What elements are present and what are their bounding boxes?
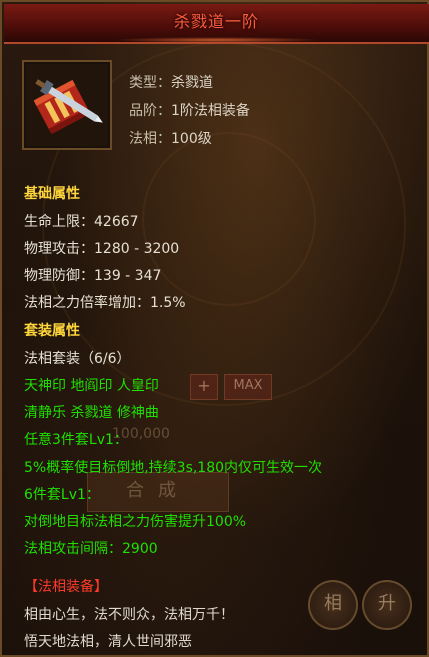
stat-faxiang-mult: 法相之力倍率增加：1.5% bbox=[24, 295, 186, 311]
background-circle-button: 升 bbox=[362, 580, 412, 630]
set-attrs-heading: 套装属性 bbox=[24, 323, 80, 339]
set-bonus3-effect: 5%概率使目标倒地,持续3s,180内仅可生效一次 bbox=[24, 460, 323, 476]
item-icon-frame bbox=[22, 60, 112, 150]
item-type-label: 类型： bbox=[129, 75, 171, 91]
scroll-sword-icon bbox=[26, 64, 108, 146]
title-glow bbox=[112, 37, 322, 43]
item-faxiang-label: 法相： bbox=[129, 131, 171, 147]
set-bonus3-label: 任意3件套Lv1： bbox=[24, 432, 128, 448]
item-grade-label: 品阶： bbox=[129, 103, 171, 119]
stat-hp: 生命上限：42667 bbox=[24, 214, 139, 230]
item-title: 杀戮道一阶 bbox=[173, 12, 259, 31]
base-attrs-heading: 基础属性 bbox=[24, 186, 80, 202]
item-type: 类型：杀戮道 bbox=[129, 72, 213, 92]
set-pieces-line: 天神印 地阎印 人皇印 bbox=[24, 378, 159, 394]
background-circle-button: 相 bbox=[308, 580, 358, 630]
set-bonus6-label: 6件套Lv1： bbox=[24, 487, 100, 503]
item-faxiang-value: 100级 bbox=[171, 131, 212, 147]
background-ring-inner bbox=[142, 132, 316, 306]
set-bonus6-effect: 对倒地目标法相之力伤害提升100% bbox=[24, 514, 247, 530]
stat-phys-atk: 物理攻击：1280 - 3200 bbox=[24, 241, 180, 257]
set-name: 法相套装（6/6） bbox=[24, 351, 131, 367]
item-grade: 品阶：1阶法相装备 bbox=[129, 100, 250, 120]
background-plus-button: + bbox=[190, 374, 218, 400]
item-type-value: 杀戮道 bbox=[171, 75, 213, 91]
background-max-button: MAX bbox=[224, 374, 272, 400]
background-merge-button: 合成 bbox=[87, 472, 229, 512]
set-pieces-line: 清静乐 杀戮道 修神曲 bbox=[24, 405, 159, 421]
description-line: 相由心生，法不则众，法相万千！ bbox=[24, 607, 234, 623]
description-heading: 【法相装备】 bbox=[24, 579, 108, 595]
faxiang-attack-interval: 法相攻击间隔：2900 bbox=[24, 541, 158, 557]
item-faxiang: 法相：100级 bbox=[129, 128, 212, 148]
item-grade-value: 1阶法相装备 bbox=[171, 103, 250, 119]
stat-phys-def: 物理防御：139 - 347 bbox=[24, 268, 162, 284]
item-tooltip: + MAX 100,000 合成 相 升 杀戮道一阶 类型：杀戮道 品阶：1阶法… bbox=[0, 0, 429, 657]
description-line: 悟天地法相，清人世间邪恶 bbox=[24, 634, 192, 650]
